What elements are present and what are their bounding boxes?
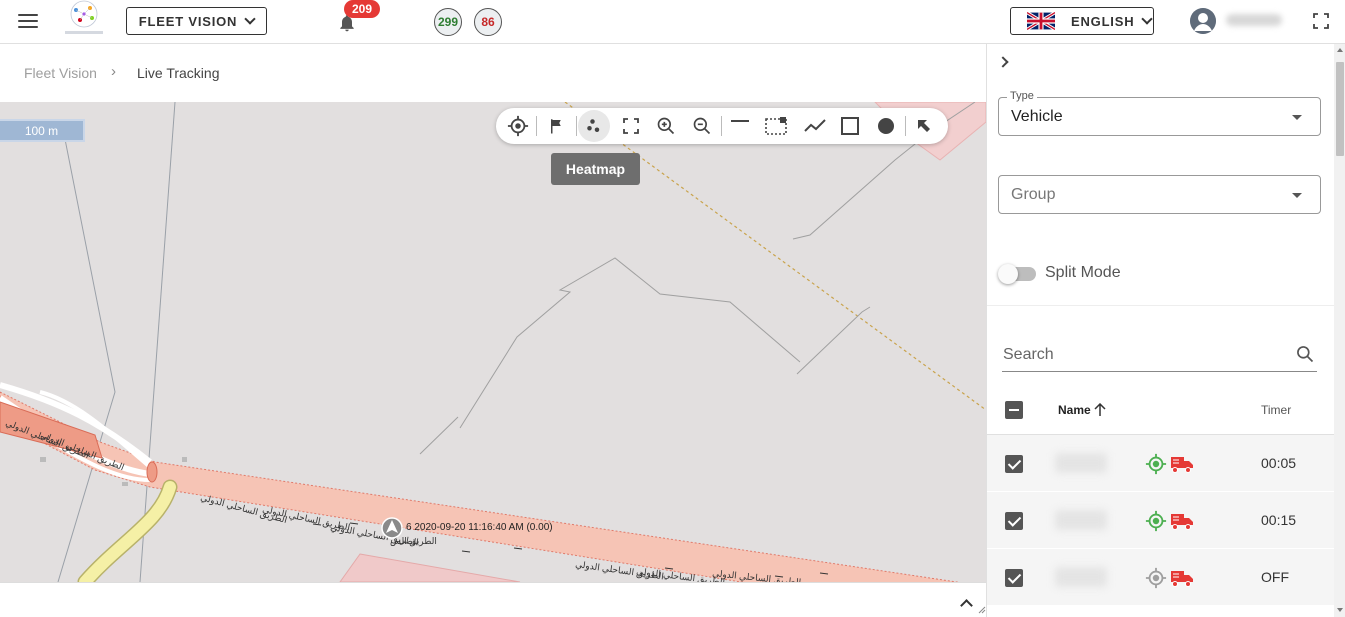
locate-icon[interactable] xyxy=(506,114,530,138)
search-input[interactable]: Search xyxy=(1002,339,1317,372)
polyline-icon[interactable] xyxy=(803,114,827,138)
menu-icon[interactable] xyxy=(18,14,38,28)
row-timer: 00:15 xyxy=(1261,512,1297,528)
right-sidebar: Type Vehicle Group Split Mode Search Nam… xyxy=(986,44,1345,617)
sort-arrow-up-icon[interactable] xyxy=(1094,403,1106,417)
chevron-up-icon[interactable] xyxy=(960,599,973,612)
uk-flag-icon xyxy=(1027,12,1055,30)
type-legend: Type xyxy=(1007,90,1037,102)
breadcrumb-live-tracking: Live Tracking xyxy=(137,65,220,81)
truck-icon xyxy=(1171,571,1193,587)
caret-down-icon xyxy=(1292,115,1302,120)
scrollbar-thumb[interactable] xyxy=(1336,62,1344,156)
split-mode-toggle[interactable] xyxy=(998,264,1036,284)
map-canvas[interactable]: الطريق الساحلي الدولي الطريق الساحلي الد… xyxy=(0,102,986,582)
vehicle-label: 6 2020-09-20 11:16:40 AM (0.00) xyxy=(406,522,553,533)
chevron-right-icon[interactable] xyxy=(997,56,1009,68)
sidebar-scrollbar[interactable] xyxy=(1334,44,1345,617)
select-area-icon[interactable] xyxy=(764,114,788,138)
truck-icon xyxy=(1171,457,1193,473)
row-checkbox[interactable] xyxy=(1005,569,1023,587)
top-bar: FLEET VISION 209 299 86 ENGLISH xyxy=(0,0,1345,44)
map-layer: الطريق الساحلي الدولي الطريق الساحلي الد… xyxy=(0,102,986,582)
company-logo xyxy=(65,0,103,34)
fleet-vision-label: FLEET VISION xyxy=(138,13,238,29)
rectangle-icon[interactable] xyxy=(838,114,862,138)
bottom-panel xyxy=(0,582,986,617)
vehicle-name-redacted xyxy=(1055,567,1107,587)
table-header: Name Timer xyxy=(987,391,1334,435)
type-value: Vehicle xyxy=(1011,108,1063,125)
search-icon[interactable] xyxy=(1295,344,1315,364)
language-dropdown[interactable]: ENGLISH xyxy=(1010,7,1154,35)
chevron-down-icon xyxy=(244,13,256,25)
online-count[interactable]: 299 xyxy=(434,8,462,36)
map-scale: 100 m xyxy=(0,119,85,142)
group-placeholder: Group xyxy=(1011,186,1056,203)
row-timer: OFF xyxy=(1261,569,1289,585)
location-status-icon xyxy=(1145,510,1167,532)
type-select[interactable]: Type Vehicle xyxy=(998,90,1321,136)
vehicle-marker[interactable] xyxy=(381,517,403,539)
location-status-icon xyxy=(1145,567,1167,589)
heatmap-tooltip: Heatmap xyxy=(551,153,640,185)
user-icon xyxy=(1190,8,1216,34)
map-toolbar xyxy=(496,108,948,144)
avatar[interactable] xyxy=(1190,8,1216,34)
row-checkbox[interactable] xyxy=(1005,512,1023,530)
notification-count-badge: 209 xyxy=(344,0,380,18)
breadcrumb: Fleet Vision › Live Tracking xyxy=(0,45,986,102)
fleet-vision-dropdown[interactable]: FLEET VISION xyxy=(126,7,267,35)
zoom-in-icon[interactable] xyxy=(654,114,678,138)
fullscreen-icon[interactable] xyxy=(1313,13,1329,29)
pointer-icon[interactable] xyxy=(912,114,936,138)
caret-down-icon xyxy=(1292,193,1302,198)
vehicle-name-redacted xyxy=(1055,453,1107,473)
location-status-icon xyxy=(1145,453,1167,475)
heatmap-icon[interactable] xyxy=(578,110,610,142)
truck-icon xyxy=(1171,514,1193,530)
table-row[interactable]: OFF xyxy=(987,549,1334,606)
flag-icon[interactable] xyxy=(545,114,569,138)
circle-icon[interactable] xyxy=(874,114,898,138)
breadcrumb-fleet-vision[interactable]: Fleet Vision xyxy=(24,65,97,81)
select-all-checkbox[interactable] xyxy=(1005,401,1023,419)
table-row[interactable]: 00:15 xyxy=(987,492,1334,549)
language-label: ENGLISH xyxy=(1071,13,1135,29)
column-timer: Timer xyxy=(1261,403,1292,417)
column-name[interactable]: Name xyxy=(1058,403,1091,417)
group-select[interactable]: Group xyxy=(998,175,1321,214)
split-mode-label: Split Mode xyxy=(1045,264,1121,281)
zoom-out-icon[interactable] xyxy=(690,114,714,138)
fit-bounds-icon[interactable] xyxy=(619,114,643,138)
resize-handle-icon[interactable] xyxy=(978,606,986,614)
username-redacted[interactable] xyxy=(1226,14,1282,26)
chevron-down-icon xyxy=(1141,13,1154,25)
table-row[interactable]: 00:05 xyxy=(987,435,1334,492)
row-checkbox[interactable] xyxy=(1005,455,1023,473)
vehicle-name-redacted xyxy=(1055,510,1107,530)
breadcrumb-separator: › xyxy=(111,63,116,80)
measure-line-icon[interactable] xyxy=(728,110,752,134)
search-placeholder: Search xyxy=(1003,346,1054,363)
offline-count[interactable]: 86 xyxy=(474,8,502,36)
row-timer: 00:05 xyxy=(1261,455,1297,471)
